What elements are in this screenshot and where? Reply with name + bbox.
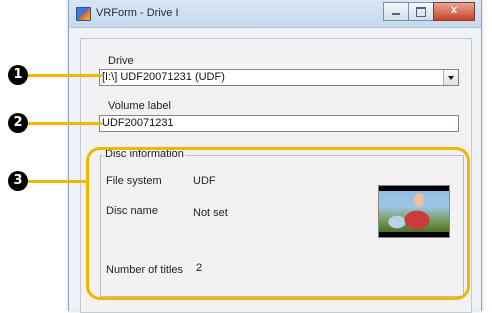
- maximize-button[interactable]: [408, 2, 434, 21]
- disc-information-highlight: [86, 147, 470, 300]
- app-icon: [76, 7, 91, 21]
- callout-2-badge: 2: [8, 113, 28, 133]
- volume-label-input[interactable]: UDF20071231: [99, 115, 459, 132]
- drive-label: Drive: [108, 55, 134, 67]
- volume-label: Volume label: [108, 100, 171, 112]
- callout-3-badge: 3: [8, 171, 28, 191]
- minimize-button[interactable]: [383, 2, 409, 21]
- drive-dropdown-button[interactable]: [443, 70, 458, 85]
- callout-3-leader: [28, 180, 88, 183]
- close-icon: x: [450, 4, 458, 16]
- window-title: VRForm - Drive I: [96, 7, 179, 19]
- callout-1-badge: 1: [8, 65, 28, 85]
- maximize-icon: [416, 7, 426, 17]
- close-button[interactable]: x: [433, 2, 475, 21]
- drive-select-value: [I:\] UDF20071231 (UDF): [102, 71, 225, 83]
- window-controls: x: [383, 2, 475, 21]
- drive-select[interactable]: [I:\] UDF20071231 (UDF): [99, 69, 459, 86]
- title-bar[interactable]: VRForm - Drive I x: [69, 0, 481, 28]
- callout-2-leader: [28, 122, 102, 125]
- minimize-icon: [392, 13, 400, 15]
- callout-1-leader: [28, 74, 102, 77]
- chevron-down-icon: [448, 76, 454, 80]
